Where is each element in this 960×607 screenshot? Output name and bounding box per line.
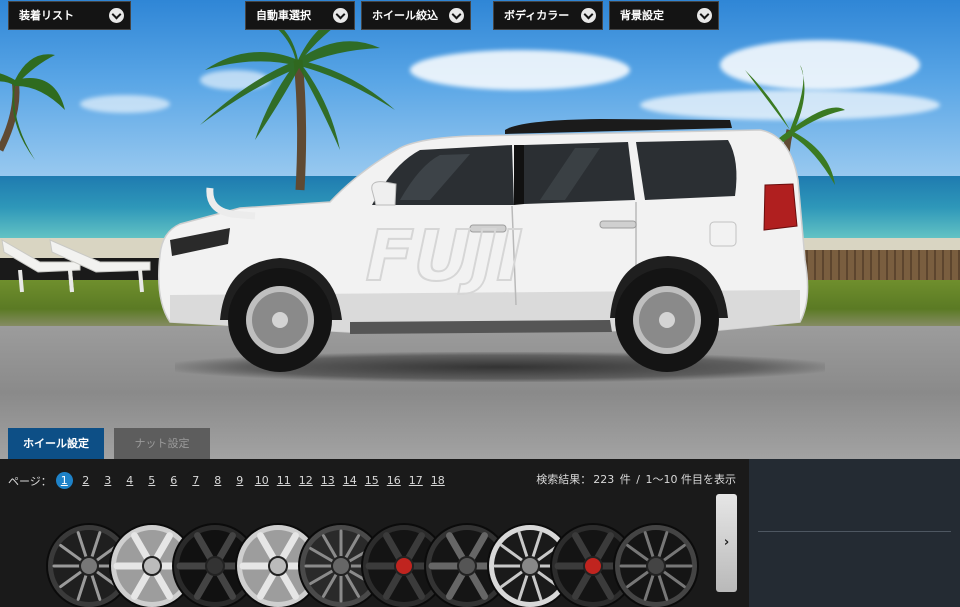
tab-nut-settings[interactable]: ナット設定: [114, 428, 210, 459]
page-link[interactable]: 18: [427, 474, 449, 487]
dropdown-label: ボディカラー: [504, 9, 570, 22]
dropdown-label: 背景設定: [620, 9, 664, 22]
dropdown-body-color[interactable]: ボディカラー: [493, 1, 603, 30]
pagination: ページ： 1 2 3 4 5 6 7 8 9 10 11 12 13 14 15 16 17 18: [8, 472, 449, 489]
search-result-summary: 検索結果： 223 件 / 1〜10 件目を表示: [535, 471, 737, 487]
page-link[interactable]: 16: [383, 474, 405, 487]
page-link[interactable]: 10: [251, 474, 273, 487]
page-link[interactable]: 9: [229, 474, 251, 487]
page-link[interactable]: 4: [119, 474, 141, 487]
dropdown-label: 自動車選択: [256, 9, 311, 22]
rear-wheel: [615, 268, 719, 372]
car-simulator: FUJI 装着リスト 自動車選択 ホイール絞込 ボディカラー 背景設定 ホイール…: [0, 0, 960, 607]
door-logo: FUJI: [357, 215, 531, 297]
quarter-window: [636, 140, 737, 200]
tab-wheel-settings[interactable]: ホイール設定: [8, 428, 104, 459]
page-link[interactable]: 11: [273, 474, 295, 487]
page-link[interactable]: 13: [317, 474, 339, 487]
page-link[interactable]: 7: [185, 474, 207, 487]
page-links: 2 3 4 5 6 7 8 9 10 11 12 13 14 15 16 17 18: [75, 474, 449, 487]
dropdown-wheel-filter[interactable]: ホイール絞込: [361, 1, 471, 30]
chevron-down-icon: [333, 8, 348, 23]
pagination-label: ページ：: [8, 474, 52, 488]
front-wheel: [228, 268, 332, 372]
page-link[interactable]: 12: [295, 474, 317, 487]
wheel-thumbnail[interactable]: [613, 523, 699, 607]
chevron-down-icon: [449, 8, 464, 23]
page-link[interactable]: 2: [75, 474, 97, 487]
result-separator: /: [636, 473, 640, 486]
chevron-down-icon: [697, 8, 712, 23]
carousel-next-button[interactable]: ›: [716, 494, 737, 592]
dropdown-background-setting[interactable]: 背景設定: [609, 1, 719, 30]
dropdown-fitting-list[interactable]: 装着リスト: [8, 1, 131, 30]
page-current[interactable]: 1: [55, 472, 73, 489]
page-link[interactable]: 5: [141, 474, 163, 487]
result-range: 1〜10 件目を表示: [645, 473, 737, 486]
page-link[interactable]: 8: [207, 474, 229, 487]
page-link[interactable]: 6: [163, 474, 185, 487]
dropdown-label: 装着リスト: [19, 9, 74, 22]
page-link[interactable]: 14: [339, 474, 361, 487]
page-link[interactable]: 15: [361, 474, 383, 487]
side-panel: [749, 459, 960, 607]
result-unit: 件: [619, 473, 631, 486]
wheel-list-panel: ページ： 1 2 3 4 5 6 7 8 9 10 11 12 13 14 15 16 17 18 検索結果： 2…: [0, 459, 749, 607]
side-divider: [758, 531, 951, 532]
chevron-down-icon: [109, 8, 124, 23]
result-label: 検索結果：: [536, 473, 592, 486]
wheel-carousel: [46, 521, 716, 607]
car-preview: FUJI: [158, 119, 809, 372]
dropdown-label: ホイール絞込: [372, 9, 438, 22]
page-link[interactable]: 17: [405, 474, 427, 487]
preview-scene: FUJI: [0, 0, 960, 460]
page-link[interactable]: 3: [97, 474, 119, 487]
dropdown-vehicle-select[interactable]: 自動車選択: [245, 1, 355, 30]
result-count: 223: [593, 473, 615, 486]
chevron-down-icon: [581, 8, 596, 23]
